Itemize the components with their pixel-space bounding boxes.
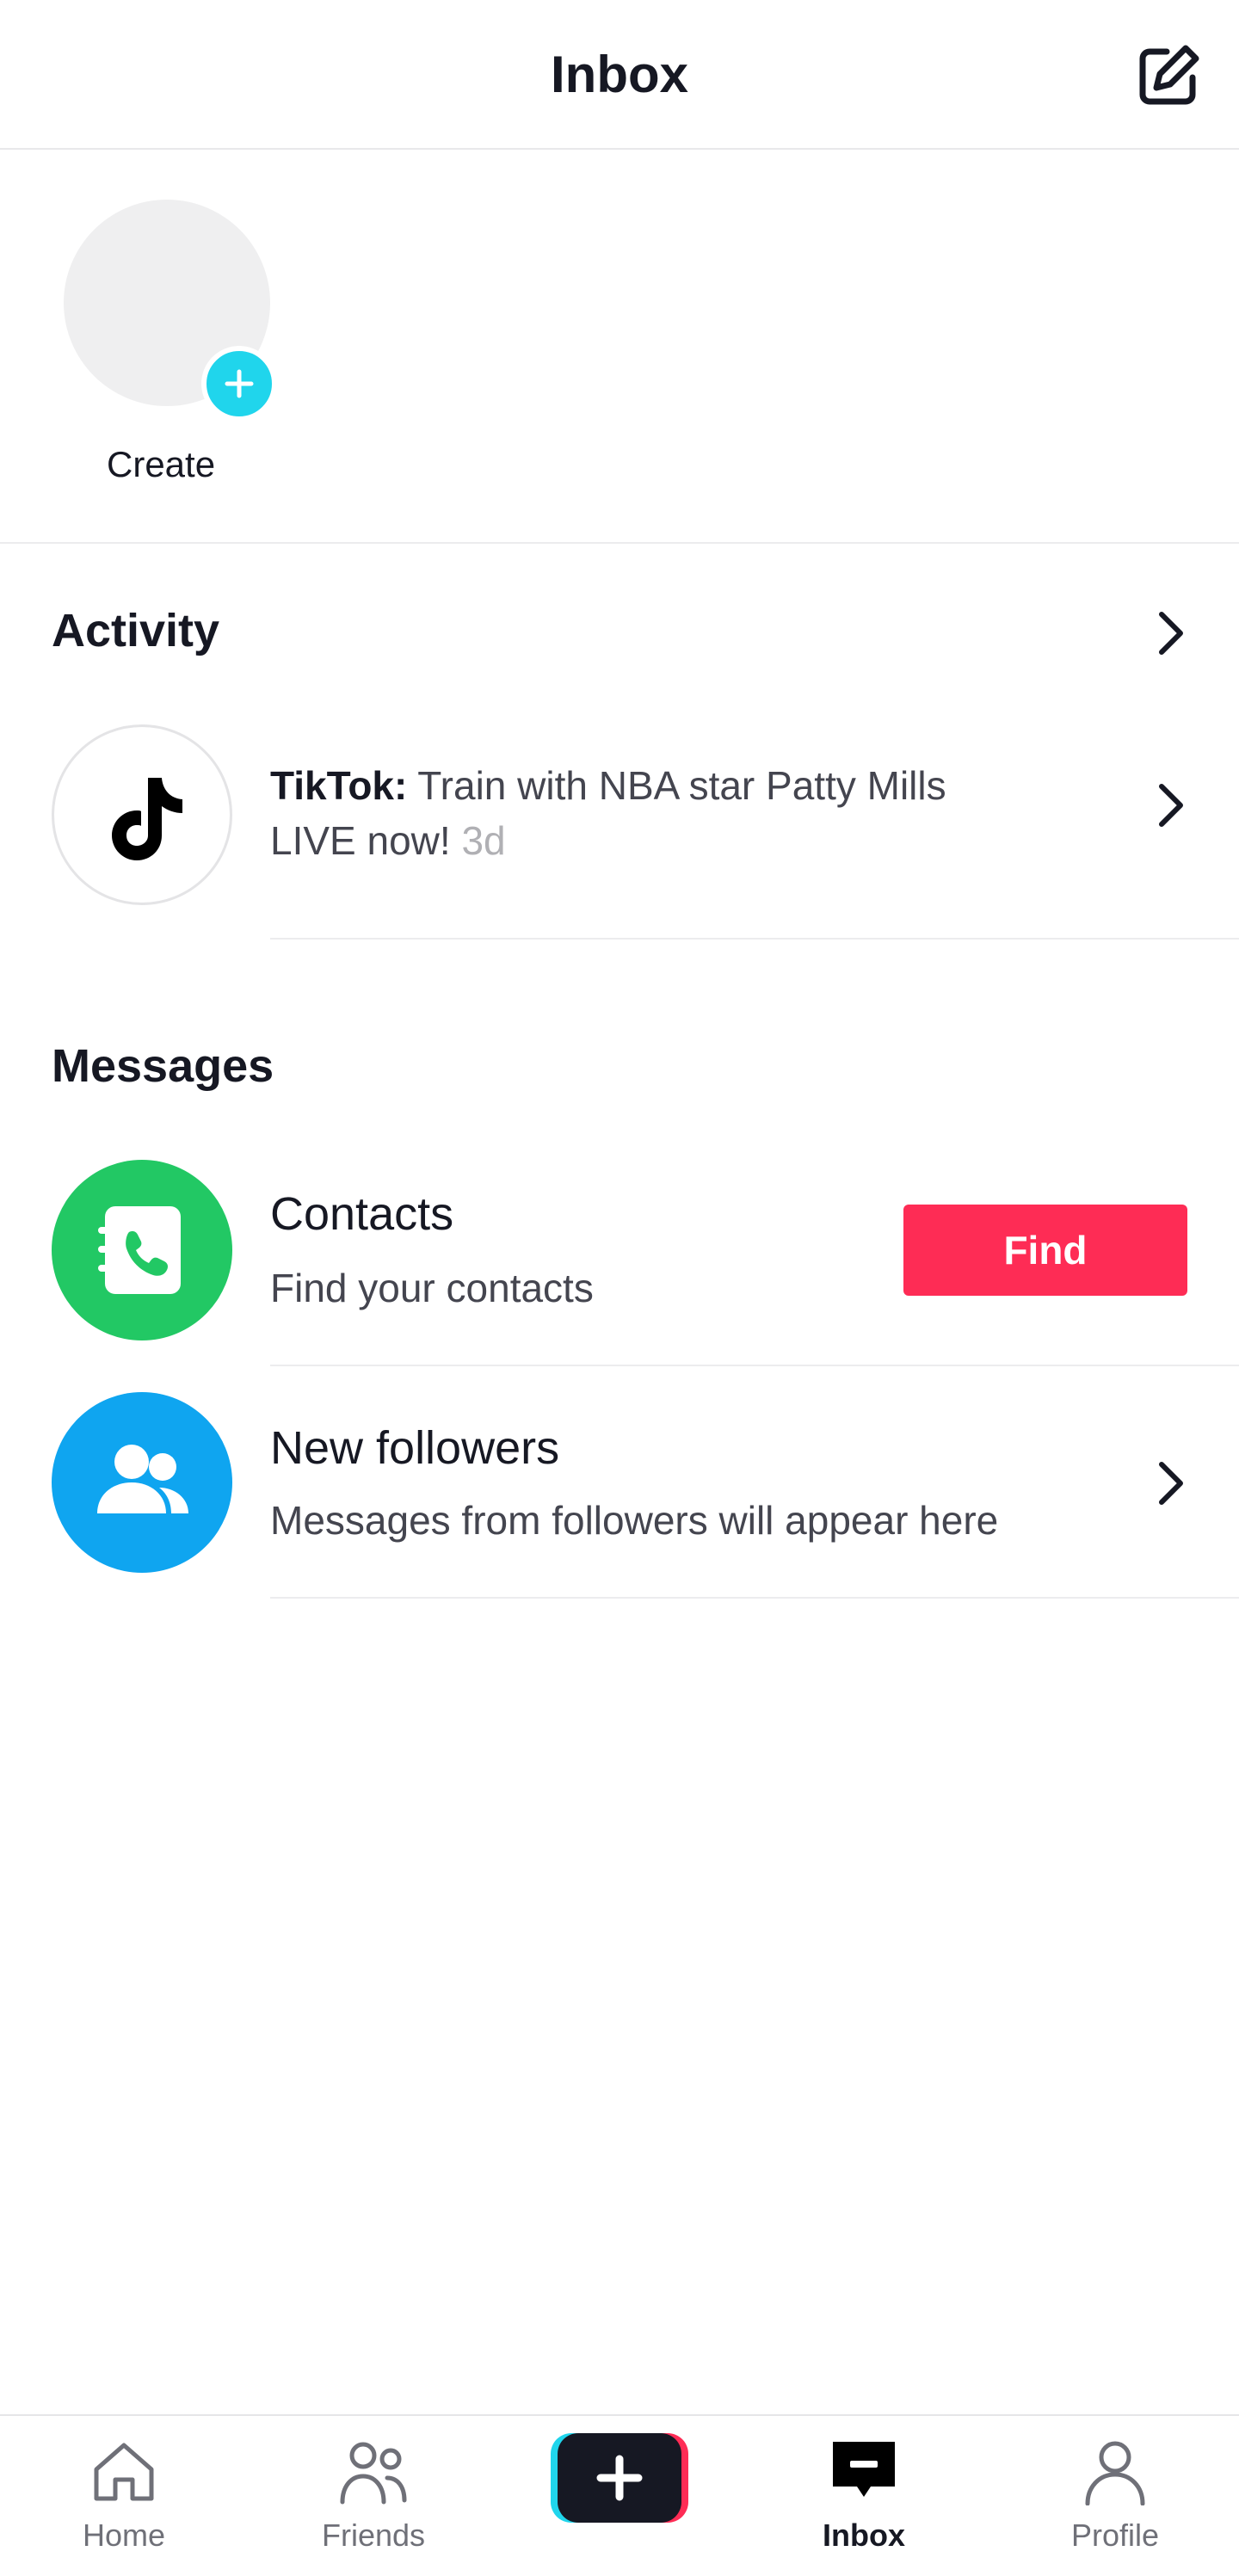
activity-item-chevron-right-icon[interactable]	[1144, 780, 1196, 831]
activity-time: 3d	[461, 818, 506, 863]
tab-profile[interactable]: Profile	[1029, 2416, 1201, 2576]
inbox-icon	[829, 2437, 898, 2505]
page-title: Inbox	[551, 46, 688, 103]
new-followers-chevron-right-icon[interactable]	[1144, 1457, 1196, 1509]
tab-inbox-label: Inbox	[823, 2517, 905, 2553]
activity-text: Train with NBA star Patty Mills	[417, 763, 946, 808]
tab-friends-label: Friends	[321, 2517, 426, 2553]
activity-chevron-right-icon[interactable]	[1144, 607, 1196, 659]
tab-profile-label: Profile	[1070, 2517, 1160, 2553]
contacts-book-icon	[98, 1206, 181, 1294]
contacts-subtitle: Find your contacts	[270, 1266, 594, 1310]
new-followers-avatar[interactable]	[52, 1392, 232, 1573]
add-story-plus-icon[interactable]	[201, 346, 277, 422]
top-bar: Inbox	[0, 0, 1239, 150]
activity-sender: TikTok:	[270, 763, 408, 808]
tab-friends[interactable]: Friends	[287, 2416, 459, 2576]
contacts-avatar[interactable]	[52, 1160, 232, 1340]
new-followers-subtitle: Messages from followers will appear here	[270, 1498, 999, 1543]
create-plus-button[interactable]	[549, 2433, 690, 2523]
create-plus-icon	[551, 2433, 688, 2523]
followers-people-icon	[97, 1445, 188, 1513]
divider	[270, 1365, 1239, 1366]
activity-message-line2: LIVE now! 3d	[270, 817, 506, 864]
tab-inbox[interactable]: Inbox	[778, 2416, 950, 2576]
tab-home[interactable]: Home	[38, 2416, 210, 2576]
activity-text2: LIVE now!	[270, 818, 451, 863]
tiktok-note-icon	[112, 778, 182, 860]
divider	[270, 938, 1239, 940]
divider	[270, 1597, 1239, 1599]
new-followers-title[interactable]: New followers	[270, 1421, 559, 1475]
divider	[0, 542, 1239, 544]
contacts-title[interactable]: Contacts	[270, 1187, 453, 1241]
tab-home-label: Home	[82, 2517, 166, 2553]
activity-title[interactable]: Activity	[52, 604, 219, 657]
profile-icon	[1081, 2437, 1150, 2506]
compose-edit-icon[interactable]	[1134, 41, 1203, 110]
activity-message[interactable]: TikTok: Train with NBA star Patty Mills	[270, 762, 946, 809]
create-story-label[interactable]: Create	[107, 444, 215, 485]
find-contacts-button[interactable]: Find	[903, 1205, 1187, 1296]
tiktok-logo-avatar[interactable]	[52, 724, 232, 905]
friends-icon	[339, 2437, 408, 2505]
home-icon	[89, 2437, 158, 2505]
messages-title: Messages	[52, 1040, 274, 1092]
